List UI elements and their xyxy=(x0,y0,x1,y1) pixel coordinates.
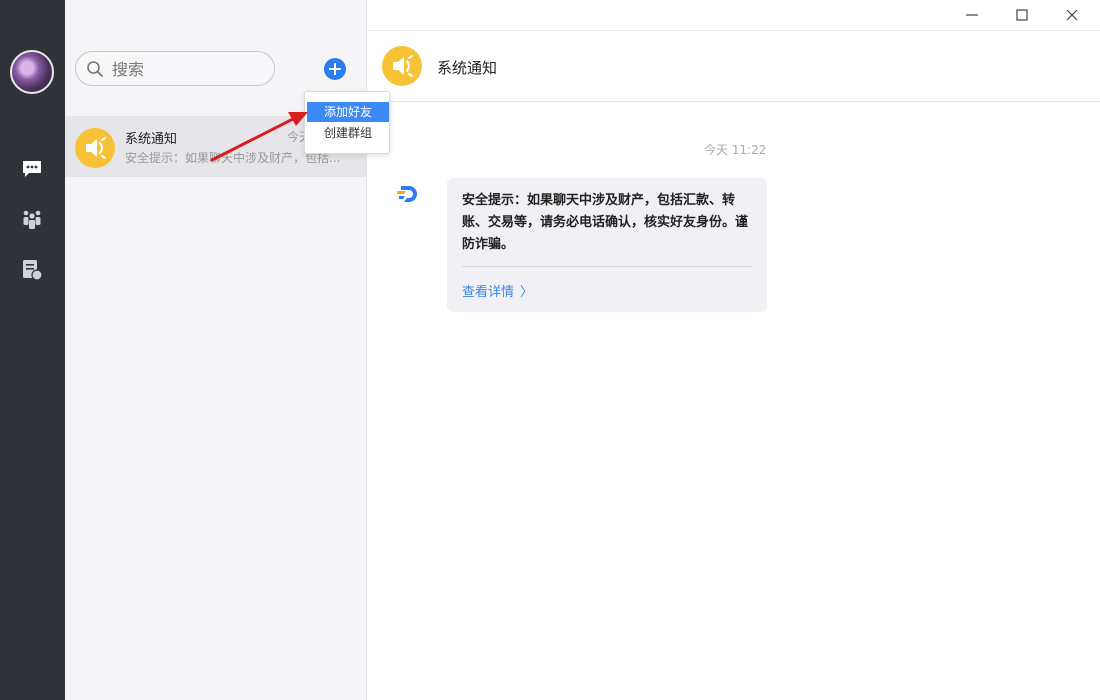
window-controls xyxy=(940,0,1100,30)
app-window: 系统通知 今天 安全提示：如果聊天中涉及财产，包括... 系统通知 今天 11:… xyxy=(0,0,1100,700)
search-icon xyxy=(86,60,104,78)
chat-panel: 系统通知 今天 11:22 安全提示：如果聊天中涉及财产，包括汇款、转账、交易等… xyxy=(367,0,1100,700)
menu-item-add-friend[interactable]: 添加好友 xyxy=(307,102,389,122)
contacts-icon[interactable] xyxy=(20,207,44,231)
app-logo-icon xyxy=(395,182,421,206)
message-divider xyxy=(462,266,752,267)
chevron-right-icon: 〉 xyxy=(520,285,534,300)
chat-title: 系统通知 xyxy=(437,59,498,77)
chat-header: 系统通知 xyxy=(367,30,1100,102)
add-button[interactable] xyxy=(324,58,346,80)
close-icon[interactable] xyxy=(1062,5,1082,25)
message-timestamp: 今天 11:22 xyxy=(704,143,767,157)
add-menu: 添加好友 创建群组 xyxy=(304,91,390,154)
chat-icon[interactable] xyxy=(20,157,44,181)
message-text: 安全提示：如果聊天中涉及财产，包括汇款、转账、交易等，请务必电话确认，核实好友身… xyxy=(462,193,749,252)
view-details-label: 查看详情 xyxy=(462,285,515,300)
speaker-icon xyxy=(382,46,422,86)
maximize-icon[interactable] xyxy=(1012,5,1032,25)
message-bubble: 安全提示：如果聊天中涉及财产，包括汇款、转账、交易等，请务必电话确认，核实好友身… xyxy=(447,178,767,312)
search-box[interactable] xyxy=(75,51,275,86)
speaker-icon xyxy=(75,128,115,168)
nav-rail xyxy=(0,0,65,700)
menu-item-create-group[interactable]: 创建群组 xyxy=(307,123,389,143)
conversation-name: 系统通知 xyxy=(125,132,178,147)
view-details-link[interactable]: 查看详情〉 xyxy=(462,281,533,300)
search-input[interactable] xyxy=(112,58,262,80)
user-avatar[interactable] xyxy=(10,50,54,94)
minimize-icon[interactable] xyxy=(962,5,982,25)
notes-icon[interactable] xyxy=(20,257,44,281)
